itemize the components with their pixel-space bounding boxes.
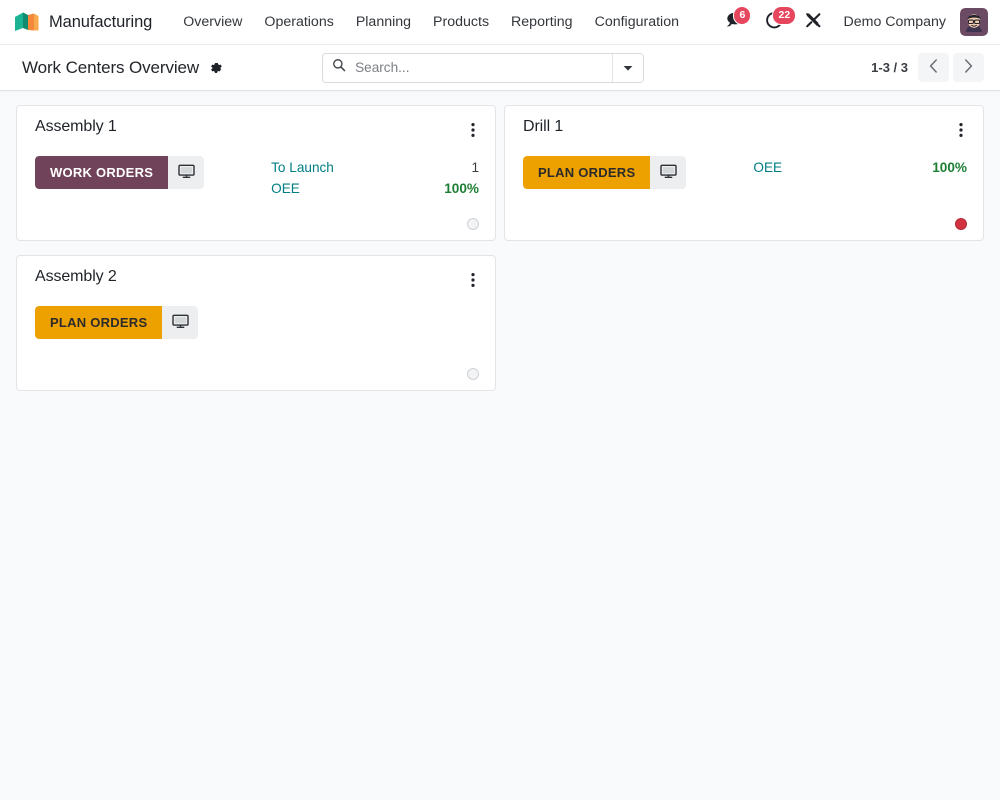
stat-label-oee[interactable]: OEE [753, 157, 782, 178]
search-icon [332, 58, 346, 77]
card-header: Assembly 1 [35, 118, 479, 140]
app-brand-home-link[interactable]: Manufacturing [14, 11, 152, 33]
monitor-icon [178, 164, 195, 182]
action-button-group: PLAN ORDERS [35, 306, 198, 339]
card-body: WORK ORDERS T [35, 156, 479, 199]
menu-item-operations[interactable]: Operations [253, 8, 344, 36]
manufacturing-logo-icon [14, 11, 40, 33]
menu-item-configuration[interactable]: Configuration [584, 8, 690, 36]
workcenter-display-button[interactable] [650, 156, 686, 189]
pager-next-button[interactable] [953, 53, 984, 82]
messages-button[interactable]: 6 [716, 7, 755, 37]
stat-value-oee: 100% [444, 178, 479, 199]
stat-row: OEE 100% [753, 157, 967, 178]
stat-row: OEE 100% [271, 178, 479, 199]
gear-icon[interactable] [207, 59, 225, 77]
status-dot[interactable] [467, 368, 479, 380]
breadcrumb: Work Centers Overview [22, 58, 225, 78]
caret-down-icon [623, 59, 633, 77]
status-dot[interactable] [955, 218, 967, 230]
systray: 6 22 [716, 7, 988, 37]
kebab-menu-icon[interactable] [467, 270, 479, 290]
kebab-menu-icon[interactable] [955, 120, 967, 140]
menu-item-overview[interactable]: Overview [172, 8, 253, 36]
stat-label-to-launch[interactable]: To Launch [271, 157, 334, 178]
chevron-right-icon [964, 59, 973, 76]
work-center-card[interactable]: Assembly 2 PLAN ORDERS [16, 255, 496, 391]
status-dot[interactable] [467, 218, 479, 230]
kebab-menu-icon[interactable] [467, 120, 479, 140]
search-dropdown-toggle[interactable] [612, 54, 643, 82]
pager-count[interactable]: 1-3 / 3 [871, 60, 908, 75]
card-header: Drill 1 [523, 118, 967, 140]
user-avatar[interactable] [960, 8, 988, 36]
monitor-icon [172, 314, 189, 332]
chevron-left-icon [929, 59, 938, 76]
plan-orders-button[interactable]: PLAN ORDERS [523, 156, 650, 189]
stat-value-to-launch: 1 [471, 157, 479, 178]
card-body: PLAN ORDERS [35, 306, 479, 339]
plan-orders-button[interactable]: PLAN ORDERS [35, 306, 162, 339]
stat-label-oee[interactable]: OEE [271, 178, 300, 199]
main-menu: Overview Operations Planning Products Re… [172, 8, 716, 36]
monitor-icon [660, 164, 677, 182]
work-center-card[interactable]: Assembly 1 WORK ORDERS [16, 105, 496, 241]
card-stats: To Launch 1 OEE 100% [271, 157, 479, 199]
action-button-group: PLAN ORDERS [523, 156, 686, 189]
workcenter-display-button[interactable] [168, 156, 204, 189]
card-stats: OEE 100% [753, 157, 967, 178]
stat-row: To Launch 1 [271, 157, 479, 178]
tools-icon [803, 10, 824, 35]
activities-button[interactable]: 22 [755, 7, 794, 37]
card-footer [523, 208, 967, 230]
pager: 1-3 / 3 [871, 53, 984, 82]
work-center-card[interactable]: Drill 1 PLAN ORDERS [504, 105, 984, 241]
search-view [322, 53, 644, 83]
company-switcher[interactable]: Demo Company [833, 8, 956, 36]
menu-item-reporting[interactable]: Reporting [500, 8, 584, 36]
workcenter-display-button[interactable] [162, 306, 198, 339]
card-title: Assembly 1 [35, 118, 117, 136]
kanban-column: Drill 1 PLAN ORDERS [500, 105, 988, 405]
card-title: Drill 1 [523, 118, 563, 136]
top-navbar: Manufacturing Overview Operations Planni… [0, 0, 1000, 45]
card-footer [35, 358, 479, 380]
pager-previous-button[interactable] [918, 53, 949, 82]
apps-tools-button[interactable] [794, 7, 833, 37]
menu-item-planning[interactable]: Planning [345, 8, 422, 36]
page-title: Work Centers Overview [22, 58, 199, 78]
stat-value-oee: 100% [932, 157, 967, 178]
card-title: Assembly 2 [35, 268, 117, 286]
card-header: Assembly 2 [35, 268, 479, 290]
menu-item-products[interactable]: Products [422, 8, 500, 36]
search-input[interactable] [355, 60, 603, 75]
app-name: Manufacturing [49, 13, 152, 32]
control-panel: Work Centers Overview 1-3 / 3 [0, 45, 1000, 91]
action-button-group: WORK ORDERS [35, 156, 204, 189]
activities-count-badge: 22 [772, 6, 796, 25]
card-body: PLAN ORDERS O [523, 156, 967, 189]
kanban-board: Assembly 1 WORK ORDERS [0, 91, 1000, 800]
card-footer [35, 208, 479, 230]
search-input-wrapper[interactable] [323, 54, 612, 82]
messages-count-badge: 6 [733, 6, 751, 25]
kanban-column: Assembly 1 WORK ORDERS [12, 105, 500, 405]
work-orders-button[interactable]: WORK ORDERS [35, 156, 168, 189]
